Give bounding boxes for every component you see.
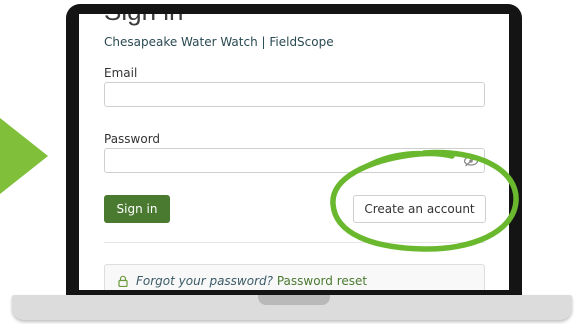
signin-screen: Sign in Chesapeake Water Watch | FieldSc… — [79, 14, 509, 290]
page-title: Sign in — [104, 14, 184, 27]
password-help-text: Forgot your password? Password reset — [136, 274, 367, 288]
lock-icon — [118, 275, 128, 287]
email-field[interactable] — [104, 82, 485, 107]
arrow-right-icon — [0, 118, 48, 194]
eye-slash-icon[interactable] — [463, 155, 479, 167]
password-reset-link[interactable]: Password reset — [277, 274, 367, 288]
password-field[interactable] — [104, 148, 485, 173]
page-subtitle: Chesapeake Water Watch | FieldScope — [104, 35, 334, 49]
divider — [104, 242, 485, 243]
sign-in-button[interactable]: Sign in — [104, 195, 170, 223]
laptop-notch — [258, 295, 330, 305]
password-help-box: Forgot your password? Password reset — [104, 264, 485, 290]
create-account-button[interactable]: Create an account — [353, 195, 486, 223]
forgot-password-text: Forgot your password? — [136, 274, 274, 288]
password-label: Password — [104, 132, 161, 146]
email-label: Email — [104, 66, 138, 80]
